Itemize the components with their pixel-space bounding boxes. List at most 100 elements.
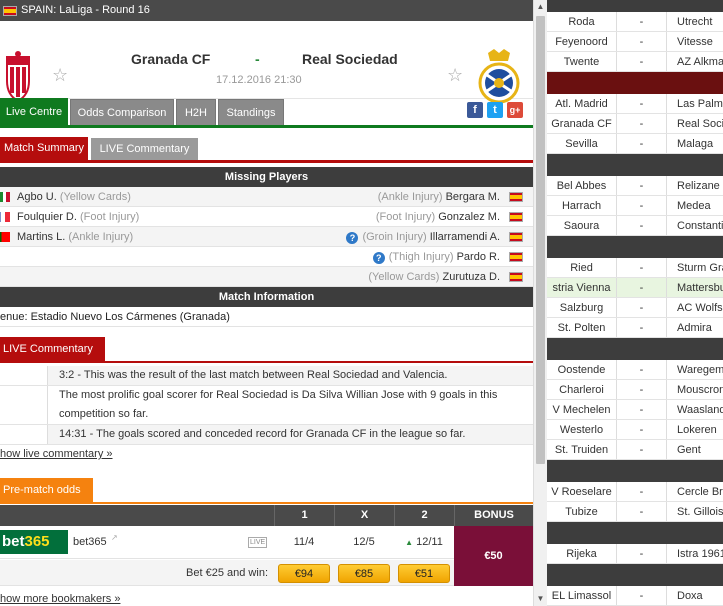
odds-draw[interactable]: 12/5	[334, 536, 394, 548]
scrollbar-thumb[interactable]	[536, 16, 545, 464]
away-player[interactable]: Bergara M.	[446, 191, 500, 203]
missing-players-header: Missing Players	[0, 167, 533, 187]
main-tabs: Live Centre Odds Comparison H2H Standing…	[0, 98, 533, 128]
list-item[interactable]: V Mechelen - Waasland	[547, 400, 723, 420]
list-item[interactable]: Tubize-St. Gilloise	[547, 502, 723, 522]
list-item[interactable]: Feyenoord - Vitesse	[547, 32, 723, 52]
list-dash: -	[617, 420, 667, 439]
list-dash: -	[617, 196, 667, 215]
list-item[interactable]: Bel Abbes - Relizane	[547, 176, 723, 196]
list-home: Salzburg	[547, 298, 617, 317]
list-item[interactable]: Ried-Sturm Graz	[547, 258, 723, 278]
away-player[interactable]: Gonzalez M.	[438, 211, 500, 223]
bet-win-text: Bet €25 and win:	[186, 567, 268, 579]
home-team-name[interactable]: Granada CF	[131, 51, 210, 67]
commentary-gutter	[0, 425, 48, 444]
bet365-logo[interactable]: bet365	[0, 530, 68, 554]
away-player[interactable]: Pardo R.	[457, 251, 500, 263]
bookmaker-name[interactable]: bet365	[73, 536, 107, 548]
list-item[interactable]: St. Polten - Admira	[547, 318, 723, 338]
external-link-icon[interactable]: ↗	[111, 533, 118, 542]
away-player[interactable]: Zurutuza D.	[443, 271, 500, 283]
away-reason: (Foot Injury)	[375, 211, 436, 223]
home-player[interactable]: Foulquier D.	[17, 211, 77, 223]
list-item[interactable]: Salzburg-AC Wolfsberger	[547, 298, 723, 318]
list-dash: -	[617, 360, 667, 379]
list-home: Sevilla	[547, 134, 617, 153]
home-player[interactable]: Martins L.	[17, 231, 65, 243]
spain-flag-icon	[3, 5, 17, 16]
list-dash: -	[617, 440, 667, 459]
win-home-button[interactable]: €94	[278, 564, 330, 583]
list-home: St. Truiden	[547, 440, 617, 459]
google-plus-icon[interactable]: g+	[507, 102, 523, 118]
commentary-item: 14:31 - The goals scored and conceded re…	[0, 425, 533, 445]
list-item[interactable]: Charleroi - Mouscron	[547, 380, 723, 400]
away-player[interactable]: Illarramendi A.	[430, 231, 500, 243]
league-title: SPAIN: LaLiga - Round 16	[21, 4, 150, 16]
list-item[interactable]: Rijeka - Istra 1961	[547, 544, 723, 564]
tab-match-summary[interactable]: Match Summary	[0, 137, 88, 160]
odds-away[interactable]: ▲ 12/11	[394, 536, 454, 548]
twitter-icon[interactable]: t	[487, 102, 503, 118]
odds-header-bonus: BONUS	[454, 505, 533, 526]
list-dash: -	[617, 318, 667, 337]
scroll-up-arrow-icon[interactable]: ▲	[534, 0, 547, 14]
win-away-button[interactable]: €51	[398, 564, 450, 583]
missing-row: Agbo U. (Yellow Cards) (Ankle Injury) Be…	[0, 187, 533, 207]
odds-home[interactable]: 11/4	[274, 536, 334, 548]
facebook-icon[interactable]: f	[467, 102, 483, 118]
list-item[interactable]: V Roeselare-Cercle Brugge	[547, 482, 723, 502]
list-item[interactable]: EL Limassol - Doxa	[547, 586, 723, 606]
odds-up-icon: ▲	[405, 538, 414, 547]
list-item[interactable]: Granada CF-Real Sociedad	[547, 114, 723, 134]
list-item[interactable]: Twente-AZ Alkmaar	[547, 52, 723, 72]
list-item[interactable]: Sevilla - Malaga	[547, 134, 723, 154]
list-home: stria Vienna	[547, 278, 617, 297]
granada-crest-icon	[6, 51, 30, 103]
list-away: Cercle Brugge	[677, 486, 723, 498]
home-player[interactable]: Agbo U.	[17, 191, 57, 203]
popup-scrollbar[interactable]: ▲ ▼	[533, 0, 547, 606]
list-item[interactable]: stria Vienna-Mattersburg	[547, 278, 723, 298]
tab-h2h[interactable]: H2H	[176, 99, 216, 125]
list-away: Malaga	[677, 138, 714, 150]
away-team-name[interactable]: Real Sociedad	[302, 51, 398, 67]
league-header: SPAIN: LaLiga - Round 16	[0, 0, 533, 21]
list-away: Lokeren	[677, 424, 717, 436]
show-live-commentary-link[interactable]: how live commentary »	[0, 448, 113, 460]
list-item[interactable]: Oostende - Waregem	[547, 360, 723, 380]
win-draw-button[interactable]: €85	[338, 564, 390, 583]
list-home: Charleroi	[547, 380, 617, 399]
show-more-bookmakers-link[interactable]: how more bookmakers »	[0, 593, 120, 605]
list-dash: -	[617, 12, 667, 31]
scroll-down-arrow-icon[interactable]: ▼	[534, 592, 547, 606]
list-item[interactable]: St. Truiden - Gent	[547, 440, 723, 460]
unknown-nationality-icon: ?	[372, 252, 385, 264]
away-reason: (Yellow Cards)	[368, 271, 440, 283]
league-separator	[547, 338, 723, 360]
unknown-nationality-icon: ?	[346, 232, 359, 244]
list-item[interactable]: Roda - Utrecht	[547, 12, 723, 32]
tab-live-centre[interactable]: Live Centre	[0, 98, 68, 126]
list-home: V Roeselare	[547, 482, 617, 501]
list-away: Medea	[677, 200, 711, 212]
venue-row: enue: Estadio Nuevo Los Cármenes (Granad…	[0, 307, 533, 327]
away-reason: (Ankle Injury)	[377, 191, 443, 203]
list-dash: -	[617, 52, 667, 71]
tab-standings[interactable]: Standings	[218, 99, 284, 125]
favorite-away-icon[interactable]: ☆	[447, 65, 463, 86]
spain-flag-icon	[509, 192, 523, 202]
bonus-cell[interactable]: €50	[454, 526, 533, 586]
list-item[interactable]: Westerlo - Lokeren	[547, 420, 723, 440]
favorite-home-icon[interactable]: ☆	[52, 65, 68, 86]
tab-odds-comparison[interactable]: Odds Comparison	[70, 99, 174, 125]
list-home: Westerlo	[547, 420, 617, 439]
list-item[interactable]: Saoura-Constantine	[547, 216, 723, 236]
list-item[interactable]: Harrach - Medea	[547, 196, 723, 216]
list-item[interactable]: Atl. Madrid-Las Palmas	[547, 94, 723, 114]
commentary-item: 3:2 - This was the result of the last ma…	[0, 366, 533, 386]
home-reason: (Foot Injury)	[79, 211, 140, 223]
tab-live-commentary[interactable]: LIVE Commentary	[91, 138, 198, 160]
list-dash: -	[617, 482, 667, 501]
